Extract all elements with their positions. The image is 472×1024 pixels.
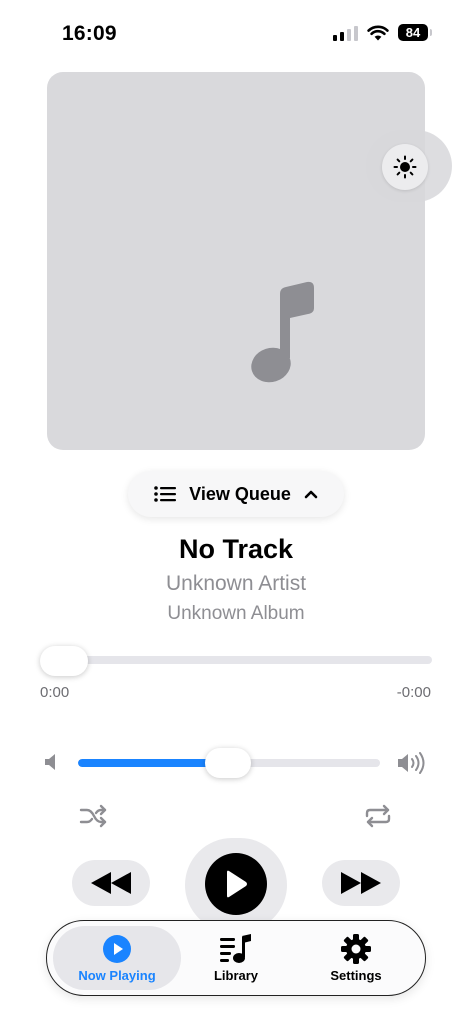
view-queue-label: View Queue (189, 483, 291, 504)
wifi-icon (367, 25, 389, 40)
elapsed-time: 0:00 (40, 684, 70, 701)
play-icon (227, 870, 247, 898)
view-queue-button[interactable]: View Queue (128, 471, 344, 517)
cellular-signal-icon (333, 25, 358, 41)
progress-slider-thumb[interactable] (40, 646, 88, 676)
music-note-icon (251, 281, 314, 383)
track-album: Unknown Album (167, 603, 305, 624)
tab-settings[interactable]: Settings (297, 926, 415, 990)
fast-forward-button[interactable] (322, 860, 400, 906)
status-icons: 84 (333, 24, 432, 41)
battery-level: 84 (405, 25, 421, 40)
repeat-icon[interactable] (362, 802, 394, 830)
play-button[interactable] (205, 853, 267, 915)
theme-toggle-button[interactable] (382, 144, 428, 190)
speaker-low-icon (45, 754, 55, 770)
track-title: No Track (178, 534, 294, 564)
shuffle-icon[interactable] (78, 802, 110, 830)
tab-library[interactable]: Library (177, 926, 295, 990)
fast-forward-icon (341, 872, 381, 894)
progress-slider-track[interactable] (42, 656, 432, 664)
remaining-time: -0:00 (396, 684, 431, 701)
tab-label: Library (213, 967, 259, 983)
list-icon (154, 486, 177, 502)
now-playing-screen: 16:09 84 View Queue No Track Unknown Art… (0, 0, 472, 1024)
rewind-icon (91, 872, 131, 894)
album-artwork (47, 72, 425, 450)
status-time: 16:09 (62, 22, 117, 45)
tab-bar: Now Playing Library Settings (46, 920, 426, 996)
volume-slider-thumb[interactable] (205, 748, 251, 778)
sun-icon (393, 155, 417, 179)
tab-label: Settings (330, 967, 382, 983)
rewind-button[interactable] (72, 860, 150, 906)
battery-icon: 84 (398, 24, 432, 41)
gear-icon (341, 933, 371, 964)
play-circle-icon (103, 934, 131, 963)
track-artist: Unknown Artist (165, 572, 307, 595)
speaker-high-icon (398, 752, 425, 774)
tab-label: Now Playing (78, 967, 156, 983)
chevron-up-icon (304, 490, 318, 499)
music-list-icon (220, 933, 251, 963)
tab-now-playing[interactable]: Now Playing (53, 926, 181, 990)
